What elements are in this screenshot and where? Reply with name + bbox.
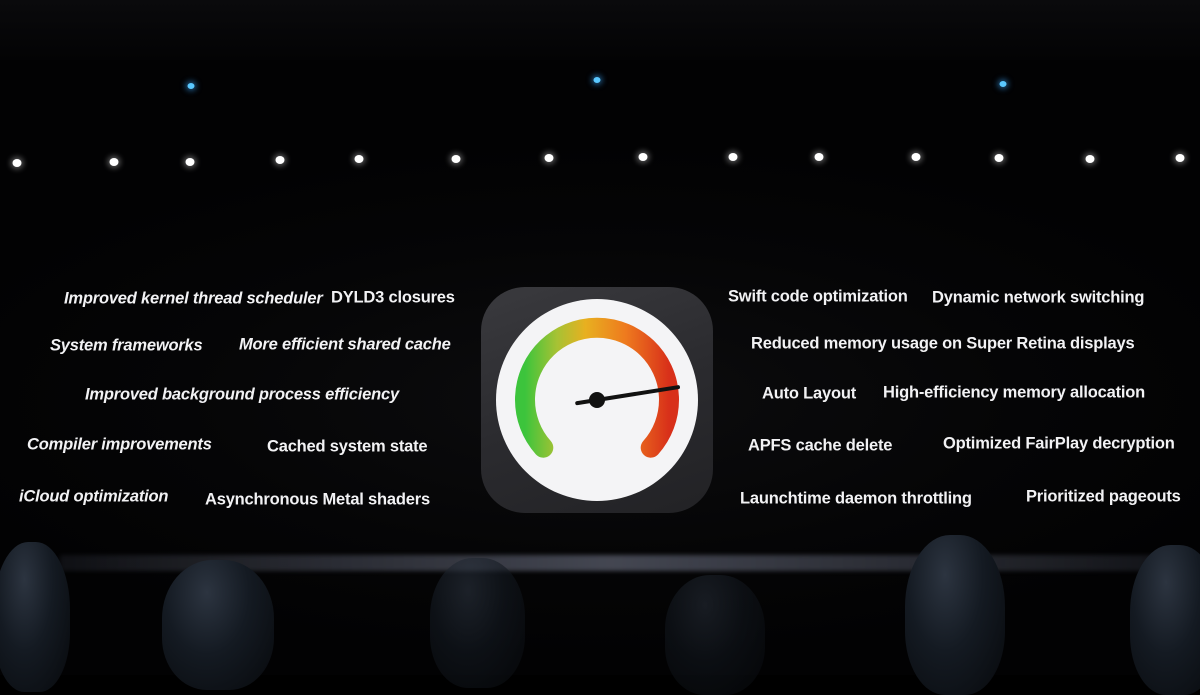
stage-light <box>544 154 554 162</box>
audience-silhouette <box>905 535 1005 695</box>
stage-light <box>275 156 285 164</box>
feature-item: Compiler improvements <box>27 435 212 454</box>
feature-item: APFS cache delete <box>748 436 893 455</box>
stage-light <box>593 77 601 83</box>
stage-light <box>12 159 22 167</box>
stage-light <box>911 153 921 161</box>
feature-item: Improved kernel thread scheduler <box>64 289 323 308</box>
needle-hub <box>589 392 605 408</box>
stage-light <box>638 153 648 161</box>
audience-silhouette <box>665 575 765 695</box>
feature-item: DYLD3 closures <box>331 288 455 307</box>
audience-silhouette <box>1130 545 1200 695</box>
feature-item: Cached system state <box>267 437 428 456</box>
stage-light <box>187 83 195 89</box>
feature-item: Improved background process efficiency <box>85 385 399 404</box>
audience-silhouette <box>162 560 274 690</box>
feature-item: Dynamic network switching <box>932 288 1145 307</box>
audience-silhouette <box>430 558 525 688</box>
stage-light <box>185 158 195 166</box>
keynote-stage: Improved kernel thread scheduler DYLD3 c… <box>0 0 1200 695</box>
feature-item: Asynchronous Metal shaders <box>205 490 430 509</box>
ceiling <box>0 0 1200 60</box>
stage-light <box>999 81 1007 87</box>
speedometer-icon <box>496 299 698 501</box>
feature-item: Swift code optimization <box>728 287 908 306</box>
feature-item: Auto Layout <box>762 384 857 403</box>
feature-item: Prioritized pageouts <box>1026 487 1181 506</box>
speedometer-app-icon <box>481 287 713 513</box>
feature-item: Launchtime daemon throttling <box>740 489 972 508</box>
stage-light <box>354 155 364 163</box>
stage-light <box>109 158 119 166</box>
stage-light <box>1175 154 1185 162</box>
stage-light <box>728 153 738 161</box>
stage-light <box>451 155 461 163</box>
feature-item: High-efficiency memory allocation <box>883 383 1146 402</box>
stage-light <box>994 154 1004 162</box>
feature-item: iCloud optimization <box>19 487 169 506</box>
feature-item: More efficient shared cache <box>239 335 451 354</box>
stage-light <box>1085 155 1095 163</box>
audience-silhouette <box>0 542 70 692</box>
feature-item: System frameworks <box>50 336 203 355</box>
stage-light <box>814 153 824 161</box>
feature-item: Reduced memory usage on Super Retina dis… <box>751 334 1135 353</box>
feature-item: Optimized FairPlay decryption <box>943 434 1175 453</box>
